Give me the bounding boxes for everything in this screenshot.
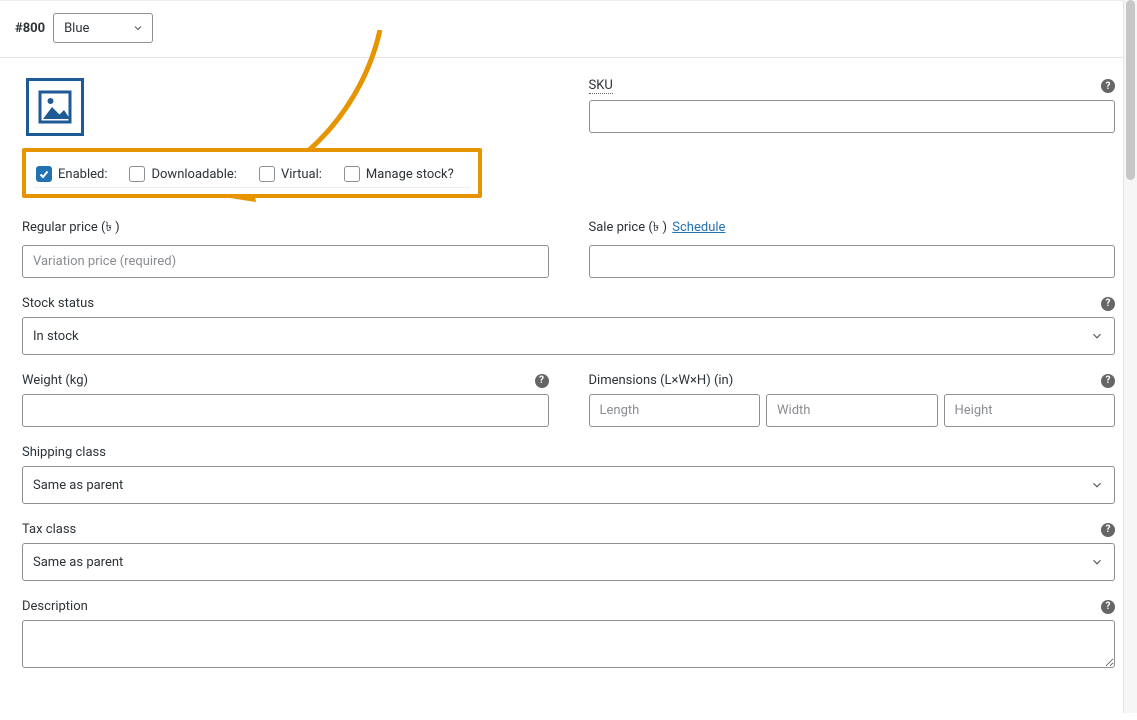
attribute-value: Blue xyxy=(64,21,89,36)
checkbox-icon xyxy=(344,166,360,182)
help-icon[interactable]: ? xyxy=(1101,600,1115,614)
variation-id: #800 xyxy=(15,21,45,36)
height-input[interactable] xyxy=(944,394,1116,427)
description-textarea[interactable] xyxy=(22,620,1115,668)
tax-class-label: Tax class xyxy=(22,522,76,537)
variation-header: #800 Blue xyxy=(0,1,1137,58)
weight-label: Weight (kg) xyxy=(22,373,88,388)
tax-class-select[interactable]: Same as parent xyxy=(22,543,1115,581)
sku-label: SKU xyxy=(589,78,613,94)
image-placeholder-icon xyxy=(37,89,73,125)
chevron-down-icon xyxy=(1090,555,1104,569)
sale-price-label: Sale price (৳ ) xyxy=(589,220,668,235)
help-icon[interactable]: ? xyxy=(1101,79,1115,93)
weight-input[interactable] xyxy=(22,394,549,427)
attribute-select[interactable]: Blue xyxy=(53,13,153,43)
stock-status-value: In stock xyxy=(33,329,79,344)
regular-price-input[interactable] xyxy=(22,245,549,278)
shipping-class-select[interactable]: Same as parent xyxy=(22,466,1115,504)
length-input[interactable] xyxy=(589,394,761,427)
help-icon[interactable]: ? xyxy=(1101,523,1115,537)
chevron-down-icon xyxy=(1090,478,1104,492)
virtual-checkbox[interactable]: Virtual: xyxy=(259,166,322,182)
regular-price-label: Regular price (৳ ) xyxy=(22,218,120,239)
checkbox-icon xyxy=(259,166,275,182)
stock-status-select[interactable]: In stock xyxy=(22,317,1115,355)
manage-stock-label: Manage stock? xyxy=(366,167,454,182)
shipping-class-label: Shipping class xyxy=(22,445,106,460)
sku-input[interactable] xyxy=(589,100,1116,133)
help-icon[interactable]: ? xyxy=(535,374,549,388)
downloadable-checkbox[interactable]: Downloadable: xyxy=(129,166,236,182)
checkbox-icon xyxy=(36,166,52,182)
shipping-class-value: Same as parent xyxy=(33,478,123,493)
sale-price-input[interactable] xyxy=(589,245,1116,278)
chevron-down-icon xyxy=(132,22,144,34)
virtual-label: Virtual: xyxy=(281,167,322,182)
width-input[interactable] xyxy=(766,394,938,427)
scrollbar[interactable] xyxy=(1123,0,1137,713)
checkbox-icon xyxy=(129,166,145,182)
downloadable-label: Downloadable: xyxy=(151,167,236,182)
tax-class-value: Same as parent xyxy=(33,555,123,570)
checkboxes-highlight: Enabled: Downloadable: Virtual: Manage s… xyxy=(22,148,482,198)
enabled-checkbox[interactable]: Enabled: xyxy=(36,166,107,182)
enabled-label: Enabled: xyxy=(58,167,107,182)
description-label: Description xyxy=(22,599,88,614)
dimensions-label: Dimensions (L×W×H) (in) xyxy=(589,373,734,388)
help-icon[interactable]: ? xyxy=(1101,297,1115,311)
variation-image-placeholder[interactable] xyxy=(26,78,84,136)
stock-status-label: Stock status xyxy=(22,296,94,311)
chevron-down-icon xyxy=(1090,329,1104,343)
manage-stock-checkbox[interactable]: Manage stock? xyxy=(344,166,454,182)
help-icon[interactable]: ? xyxy=(1101,374,1115,388)
schedule-link[interactable]: Schedule xyxy=(672,220,725,235)
scrollbar-thumb[interactable] xyxy=(1126,0,1135,180)
